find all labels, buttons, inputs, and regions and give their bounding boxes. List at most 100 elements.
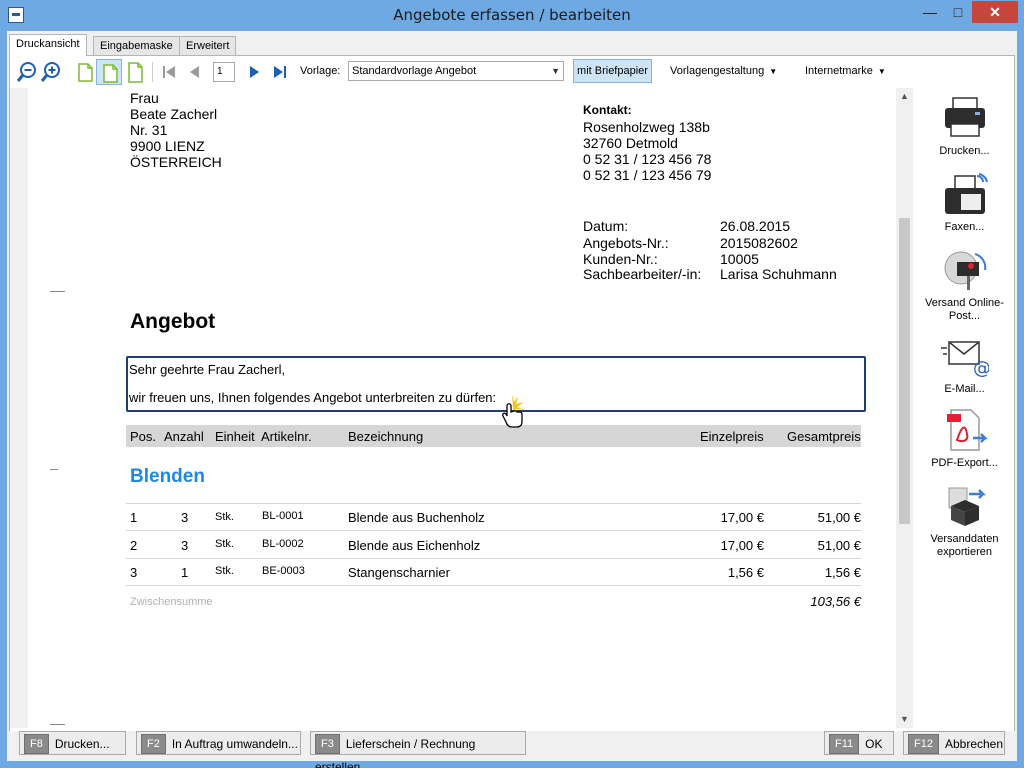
online-post-label: Versand Online-Post... bbox=[925, 297, 1004, 322]
meta-label: Datum: bbox=[583, 218, 629, 234]
recipient-line: Beate Zacherl bbox=[130, 106, 218, 122]
document-preview[interactable]: Frau Beate Zacherl Nr. 31 9900 LIENZ ÖST… bbox=[10, 88, 896, 728]
meta-value: Larisa Schuhmann bbox=[720, 266, 837, 282]
row-divider bbox=[126, 503, 861, 504]
column-header-bezeichnung: Bezeichnung bbox=[348, 429, 424, 444]
svg-text:@: @ bbox=[973, 358, 989, 378]
row-divider bbox=[126, 585, 861, 586]
toolbar: 1 Vorlage: Standardvorlage Angebot ▼ mit… bbox=[10, 56, 1014, 88]
title-bar: Angebote erfassen / bearbeiten — □ ✕ bbox=[0, 0, 1024, 31]
column-header-einzelpreis: Einzelpreis bbox=[700, 429, 764, 444]
document-heading: Angebot bbox=[130, 310, 216, 333]
vorlage-select[interactable]: Standardvorlage Angebot ▼ bbox=[348, 61, 564, 81]
internetmarke-menu[interactable]: Internetmarke ▼ bbox=[805, 65, 886, 77]
cancel-button-label: Abbrechen bbox=[944, 736, 1004, 751]
column-header-artikelnr: Artikelnr. bbox=[261, 429, 312, 444]
hand-cursor-icon bbox=[502, 394, 525, 428]
print-action[interactable]: Drucken... bbox=[915, 96, 1014, 158]
last-page-icon[interactable] bbox=[269, 61, 291, 83]
intro-text: wir freuen uns, Ihnen folgendes Angebot … bbox=[129, 390, 497, 405]
cell-einzelpreis: 17,00 € bbox=[720, 510, 764, 525]
convert-to-order-label: In Auftrag umwandeln... bbox=[171, 736, 298, 751]
client-area: Druckansicht Eingabemaske Erweitert 1 Vo… bbox=[7, 31, 1017, 768]
cell-einheit: Stk. bbox=[215, 538, 234, 550]
meta-label: Angebots-Nr.: bbox=[583, 235, 669, 251]
internetmarke-label: Internetmarke bbox=[805, 65, 873, 77]
cell-artikelnr: BE-0003 bbox=[262, 565, 305, 577]
zoom-in-icon[interactable] bbox=[40, 61, 62, 83]
versanddaten-action[interactable]: Versanddaten exportieren bbox=[915, 484, 1014, 559]
vorlage-select-value: Standardvorlage Angebot bbox=[352, 65, 477, 77]
f3-key: F3 bbox=[315, 733, 340, 754]
package-export-icon bbox=[948, 487, 986, 526]
tab-druckansicht[interactable]: Druckansicht bbox=[9, 34, 87, 56]
tab-content: 1 Vorlage: Standardvorlage Angebot ▼ mit… bbox=[9, 55, 1015, 755]
app-window: Angebote erfassen / bearbeiten — □ ✕ Dru… bbox=[0, 0, 1024, 768]
full-page-icon[interactable] bbox=[124, 61, 146, 83]
convert-to-order-button[interactable]: F2 In Auftrag umwandeln... bbox=[136, 731, 301, 755]
create-invoice-button[interactable]: F3 Lieferschein / Rechnung erstellen... bbox=[310, 731, 526, 768]
f2-key: F2 bbox=[141, 733, 166, 754]
fold-mark bbox=[50, 724, 65, 725]
print-button-label: Drucken... bbox=[54, 736, 110, 751]
ok-button[interactable]: F11 OK bbox=[824, 731, 894, 755]
contact-line: 0 52 31 / 123 456 78 bbox=[583, 151, 712, 167]
maximize-button[interactable]: □ bbox=[944, 1, 972, 23]
single-page-icon[interactable] bbox=[74, 61, 96, 83]
document-gutter bbox=[10, 88, 28, 728]
meta-value: 26.08.2015 bbox=[720, 218, 791, 234]
cell-bezeichnung: Stangenscharnier bbox=[348, 565, 450, 580]
chevron-down-icon: ▼ bbox=[551, 66, 560, 76]
cell-pos: 1 bbox=[130, 510, 138, 525]
tab-eingabemaske[interactable]: Eingabemaske bbox=[93, 36, 180, 55]
cell-einheit: Stk. bbox=[215, 511, 234, 523]
versanddaten-label: Versanddaten exportieren bbox=[930, 533, 999, 558]
briefpapier-button[interactable]: mit Briefpapier bbox=[573, 59, 652, 83]
table-header: Pos. Anzahl Einheit Artikelnr. Bezeichnu… bbox=[126, 425, 861, 447]
first-page-icon[interactable] bbox=[158, 61, 180, 83]
email-action[interactable]: @ E-Mail... bbox=[915, 334, 1014, 396]
online-post-action[interactable]: Versand Online-Post... bbox=[915, 248, 1014, 323]
cell-gesamtpreis: 51,00 € bbox=[817, 510, 861, 525]
cell-pos: 2 bbox=[130, 538, 138, 553]
meta-value: 2015082602 bbox=[720, 235, 798, 251]
fax-action[interactable]: Faxen... bbox=[915, 172, 1014, 234]
vertical-scrollbar[interactable]: ▲ ▼ bbox=[896, 88, 913, 728]
page-width-icon bbox=[103, 64, 118, 83]
vorlage-label: Vorlage: bbox=[300, 65, 341, 77]
column-header-einheit: Einheit bbox=[215, 429, 255, 444]
close-button[interactable]: ✕ bbox=[972, 1, 1018, 23]
print-button[interactable]: F8 Drucken... bbox=[19, 731, 126, 755]
scroll-up-icon[interactable]: ▲ bbox=[896, 88, 913, 105]
contact-line: 32760 Detmold bbox=[583, 135, 678, 151]
f8-key: F8 bbox=[24, 733, 49, 754]
salutation-text: Sehr geehrte Frau Zacherl, bbox=[129, 362, 286, 377]
scroll-thumb[interactable] bbox=[899, 218, 910, 524]
group-title: Blenden bbox=[130, 466, 205, 487]
document-page: Frau Beate Zacherl Nr. 31 9900 LIENZ ÖST… bbox=[28, 88, 896, 728]
page-number-field[interactable]: 1 bbox=[213, 62, 235, 82]
previous-page-icon[interactable] bbox=[184, 61, 206, 83]
vorlagengestaltung-menu[interactable]: Vorlagengestaltung ▼ bbox=[670, 65, 777, 77]
caret-down-icon: ▼ bbox=[769, 67, 778, 76]
contact-title: Kontakt: bbox=[583, 103, 632, 117]
tab-erweitert[interactable]: Erweitert bbox=[179, 36, 237, 55]
cell-anzahl: 3 bbox=[181, 538, 189, 553]
fax-label: Faxen... bbox=[944, 221, 985, 233]
window-title: Angebote erfassen / bearbeiten bbox=[393, 6, 631, 24]
vorlagengestaltung-label: Vorlagengestaltung bbox=[670, 65, 765, 77]
next-page-icon[interactable] bbox=[243, 61, 265, 83]
fold-mark bbox=[50, 469, 58, 470]
cancel-button[interactable]: F12 Abbrechen bbox=[903, 731, 1005, 755]
caret-down-icon: ▼ bbox=[877, 67, 886, 76]
column-header-anzahl: Anzahl bbox=[164, 429, 204, 444]
page-width-button[interactable] bbox=[96, 59, 122, 85]
scroll-down-icon[interactable]: ▼ bbox=[896, 711, 913, 728]
fold-mark bbox=[50, 291, 65, 292]
cell-einzelpreis: 1,56 € bbox=[727, 565, 764, 580]
intro-text-box[interactable]: Sehr geehrte Frau Zacherl, wir freuen un… bbox=[126, 356, 866, 412]
minimize-button[interactable]: — bbox=[916, 1, 944, 23]
fax-icon bbox=[944, 173, 988, 214]
pdf-export-action[interactable]: PDF-Export... bbox=[915, 408, 1014, 470]
zoom-out-icon[interactable] bbox=[16, 61, 38, 83]
